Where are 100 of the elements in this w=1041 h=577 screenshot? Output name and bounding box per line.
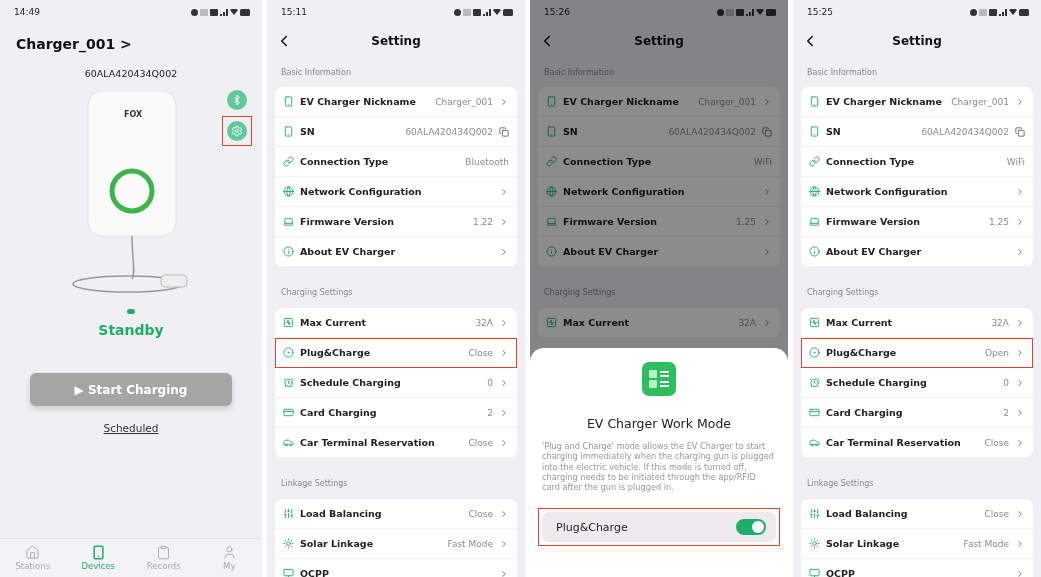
phone-icon [283,126,294,137]
row-label: OCPP [300,568,330,577]
signal-icon [220,8,228,16]
row-label: About EV Charger [563,246,660,257]
settings-row[interactable]: EV Charger Nickname Charger_001 [538,87,780,117]
settings-row[interactable]: SN 60ALA420434Q002 [801,117,1033,147]
circle-dot-icon [809,347,820,358]
settings-row[interactable]: OCPP [801,559,1033,577]
row-label: SN [826,126,842,137]
laptop-icon [809,216,820,227]
settings-row[interactable]: Card Charging 2 [801,398,1033,428]
settings-row[interactable]: Schedule Charging 0 [275,368,517,398]
wifi-icon [493,9,501,15]
battery-icon [503,8,513,16]
battery-icon [1019,8,1029,16]
settings-row[interactable]: Card Charging 2 [275,398,517,428]
device-title[interactable]: Charger_001 > [0,24,262,52]
settings-row[interactable]: Max Current 32A [538,308,780,338]
section-label: Basic Information [806,67,879,79]
copy-icon[interactable] [1015,126,1025,137]
settings-row[interactable]: Max Current 32A [801,308,1033,338]
settings-row[interactable]: Network Configuration [538,177,780,207]
row-value: Open [984,347,1009,358]
alarm-clock-icon [283,377,294,388]
settings-row[interactable]: About EV Charger [801,237,1033,267]
settings-row[interactable]: Plug&Charge Open [801,338,1033,368]
settings-row[interactable]: Load Balancing Close [801,499,1033,529]
settings-row[interactable]: Max Current 32A [275,308,517,338]
settings-row[interactable]: About EV Charger [275,237,517,267]
row-label: Network Configuration [300,186,423,197]
globe-icon [809,186,820,197]
chevron-icon [1015,568,1025,577]
chevron-icon [499,186,509,197]
row-label: EV Charger Nickname [563,96,680,107]
scheduled-link[interactable]: Scheduled [103,422,159,434]
row-value: 1.25 [988,216,1009,227]
phone-icon [546,96,557,107]
sun-icon [809,538,820,549]
screen-title: Setting [891,34,943,48]
chevron-icon [1015,347,1025,358]
row-value: WiFi [753,156,772,167]
screen-title: Setting [633,34,685,48]
settings-row[interactable]: EV Charger Nickname Charger_001 [801,87,1033,117]
globe-icon [546,186,557,197]
toggle-label: Plug&Charge [556,521,629,534]
settings-row[interactable]: SN 60ALA420434Q002 [538,117,780,147]
settings-row[interactable]: Car Terminal Reservation Close [275,428,517,458]
settings-row[interactable]: Schedule Charging 0 [801,368,1033,398]
row-label: SN [563,126,579,137]
user-icon [221,545,237,560]
row-label: Max Current [563,317,631,328]
wifi-icon [1009,9,1017,15]
row-value: 32A [475,317,493,328]
settings-row[interactable]: Network Configuration [275,177,517,207]
battery-icon [766,8,776,16]
row-label: About EV Charger [300,246,397,257]
bluetooth-button[interactable] [227,90,247,110]
chevron-icon [499,568,509,577]
settings-row[interactable]: Plug&Charge Close [275,338,517,368]
globe-icon [283,186,294,197]
settings-row[interactable]: Firmware Version 1.25 [801,207,1033,237]
link-icon [809,156,820,167]
settings-row[interactable]: Load Balancing Close [275,499,517,529]
settings-row[interactable]: Solar Linkage Fast Mode [801,529,1033,559]
chevron-icon [1015,538,1025,549]
settings-row[interactable]: OCPP [275,559,517,577]
settings-row[interactable]: Firmware Version 1.25 [538,207,780,237]
row-value: 2 [1003,407,1009,418]
settings-row[interactable]: Firmware Version 1.22 [275,207,517,237]
row-label: Solar Linkage [300,538,375,549]
laptop-icon [546,216,557,227]
settings-row[interactable]: Car Terminal Reservation Close [801,428,1033,458]
status-time: 15:26 [544,7,570,17]
info-icon [809,246,820,257]
settings-row[interactable]: About EV Charger [538,237,780,267]
bluetooth-icon [231,94,243,106]
section-label: Linkage Settings [806,478,875,490]
phone-icon [809,96,820,107]
settings-row[interactable]: EV Charger Nickname Charger_001 [275,87,517,117]
settings-row[interactable]: Solar Linkage Fast Mode [275,529,517,559]
toggle-switch[interactable] [736,519,766,536]
settings-row[interactable]: Connection Type WiFi [538,147,780,177]
copy-icon[interactable] [762,126,772,137]
settings-row[interactable]: SN 60ALA420434Q002 [275,117,517,147]
section-label: Charging Settings [280,287,354,299]
chevron-icon [1015,377,1025,388]
sliders-icon [809,508,820,519]
row-value: 1.25 [735,216,756,227]
row-label: Max Current [300,317,368,328]
status-time: 15:25 [807,7,833,17]
settings-row[interactable]: Network Configuration [801,177,1033,207]
row-label: Card Charging [300,407,378,418]
row-value: Close [468,437,493,448]
settings-row[interactable]: Connection Type WiFi [801,147,1033,177]
copy-icon[interactable] [499,126,509,137]
chevron-icon [1015,246,1025,257]
phone-icon [546,126,557,137]
info-icon [546,246,557,257]
settings-row[interactable]: Connection Type Bluetooth [275,147,517,177]
row-label: Firmware Version [300,216,396,227]
